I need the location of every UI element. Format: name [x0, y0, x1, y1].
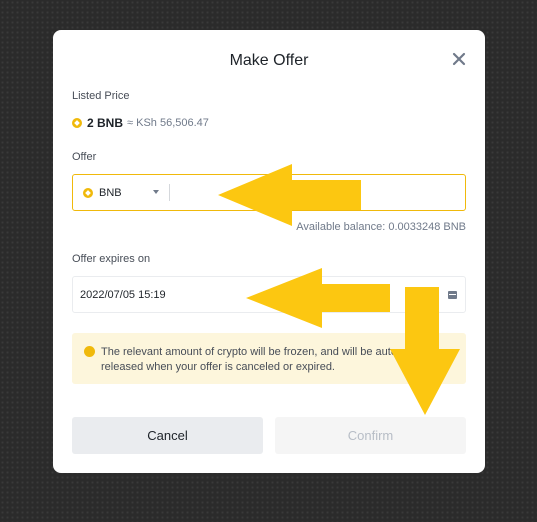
- warning-dot-icon: [84, 346, 95, 357]
- listed-price: 2 BNB ≈ KSh 56,506.47: [72, 116, 209, 130]
- listed-fiat-value: ≈ KSh 56,506.47: [127, 117, 209, 129]
- chevron-down-icon: [153, 190, 159, 194]
- arrow-down-annotation: [390, 287, 460, 415]
- offer-label: Offer: [72, 151, 97, 163]
- currency-value: BNB: [99, 186, 122, 199]
- listed-price-label: Listed Price: [72, 90, 130, 102]
- bnb-coin-icon: [72, 118, 82, 128]
- offer-expires-label: Offer expires on: [72, 253, 151, 265]
- arrow-left-annotation: [218, 164, 361, 226]
- divider: [169, 184, 170, 201]
- modal-title: Make Offer: [229, 52, 309, 69]
- currency-select[interactable]: BNB: [83, 175, 167, 210]
- close-icon[interactable]: [450, 50, 468, 68]
- bnb-coin-icon: [83, 187, 93, 198]
- confirm-button[interactable]: Confirm: [275, 417, 466, 454]
- arrow-left-annotation: [246, 268, 390, 328]
- expiry-date-value: 2022/07/05 15:19: [80, 289, 166, 301]
- listed-amount: 2 BNB: [87, 116, 124, 130]
- cancel-button[interactable]: Cancel: [72, 417, 263, 454]
